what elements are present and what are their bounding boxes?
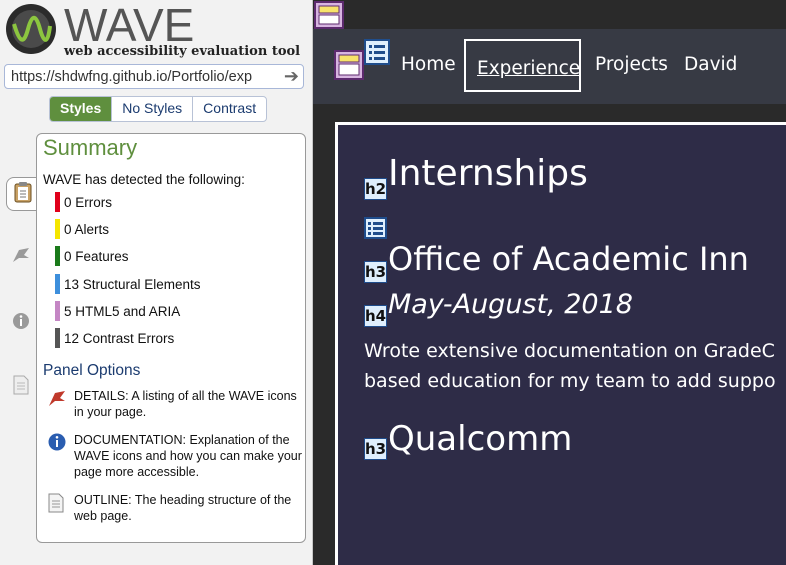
- option-outline-text: OUTLINE: The heading structure of the we…: [74, 493, 292, 523]
- info-icon: [12, 312, 30, 335]
- stat-aria-label: 5 HTML5 and ARIA: [64, 303, 181, 319]
- summary-intro: WAVE has detected the following:: [43, 172, 245, 187]
- document-icon: [13, 375, 29, 400]
- option-documentation-text: DOCUMENTATION: Explanation of the WAVE i…: [74, 433, 302, 479]
- h3-badge[interactable]: h3: [364, 261, 387, 283]
- stat-errors[interactable]: 0 Errors: [55, 192, 112, 212]
- stat-aria[interactable]: 5 HTML5 and ARIA: [55, 301, 180, 321]
- info-icon: [47, 432, 67, 454]
- paragraph-line-1: Wrote extensive documentation on GradeC: [364, 340, 775, 362]
- option-outline[interactable]: OUTLINE: The heading structure of the we…: [47, 492, 303, 524]
- errors-color-bar: [55, 192, 60, 212]
- document-icon: [47, 492, 67, 514]
- heading-internships: Internships: [388, 153, 588, 194]
- experience-content: h2 Internships h3 Office of Academic Inn…: [335, 122, 786, 565]
- stat-structural[interactable]: 13 Structural Elements: [55, 274, 201, 294]
- wave-sidebar: WAVE web accessibility evaluation tool h…: [0, 0, 313, 565]
- stat-features[interactable]: 0 Features: [55, 246, 129, 266]
- paragraph-line-2: based education for my team to add suppo: [364, 370, 776, 392]
- nav-home-link[interactable]: Home: [401, 54, 456, 75]
- evaluated-page: Home Experience Projects David h2 Intern…: [313, 0, 786, 565]
- features-color-bar: [55, 246, 60, 266]
- stat-alerts-label: 0 Alerts: [64, 221, 110, 237]
- stat-contrast[interactable]: 12 Contrast Errors: [55, 328, 174, 348]
- heading-office-academic: Office of Academic Inn: [388, 240, 749, 278]
- page-top-strip: [313, 0, 786, 29]
- flag-icon: [11, 246, 31, 269]
- stat-errors-label: 0 Errors: [64, 194, 113, 210]
- wave-logo[interactable]: WAVE web accessibility evaluation tool: [4, 0, 310, 60]
- contrast-color-bar: [55, 328, 60, 348]
- aria-color-bar: [55, 301, 60, 321]
- summary-panel: Summary WAVE has detected the following:…: [36, 133, 306, 543]
- site-navbar: Home Experience Projects David: [313, 29, 786, 104]
- summary-title: Summary: [43, 135, 138, 160]
- stat-features-label: 0 Features: [64, 248, 129, 264]
- url-input[interactable]: https://shdwfng.github.io/Portfolio/exp …: [4, 64, 304, 89]
- documentation-panel-button[interactable]: [6, 307, 36, 339]
- wave-structural-window-icon[interactable]: [334, 50, 364, 85]
- url-input-value: https://shdwfng.github.io/Portfolio/exp: [11, 69, 253, 85]
- h2-badge[interactable]: h2: [364, 178, 387, 200]
- wave-list-icon[interactable]: [364, 217, 387, 244]
- wave-list-icon[interactable]: [364, 39, 390, 70]
- clipboard-icon: [14, 181, 32, 208]
- nav-david-link[interactable]: David: [684, 54, 737, 75]
- option-documentation[interactable]: DOCUMENTATION: Explanation of the WAVE i…: [47, 432, 303, 480]
- heading-dates: May-August, 2018: [388, 289, 633, 320]
- go-arrow-icon[interactable]: ➔: [284, 66, 299, 87]
- summary-panel-button[interactable]: [6, 177, 39, 211]
- h4-badge[interactable]: h4: [364, 305, 387, 327]
- structural-color-bar: [55, 274, 60, 294]
- panel-options-title: Panel Options: [43, 362, 141, 379]
- wave-logo-icon: [6, 4, 56, 54]
- option-details[interactable]: DETAILS: A listing of all the WAVE icons…: [47, 388, 303, 420]
- tab-styles[interactable]: Styles: [50, 97, 112, 121]
- flag-icon: [47, 388, 67, 410]
- stat-contrast-label: 12 Contrast Errors: [64, 330, 175, 346]
- outline-panel-button[interactable]: [6, 371, 36, 403]
- stat-alerts[interactable]: 0 Alerts: [55, 219, 109, 239]
- view-mode-tabs: Styles No Styles Contrast: [49, 96, 268, 122]
- h3-badge[interactable]: h3: [364, 438, 387, 460]
- stat-structural-label: 13 Structural Elements: [64, 276, 201, 292]
- heading-qualcomm: Qualcomm: [388, 419, 573, 459]
- details-panel-button[interactable]: [6, 241, 36, 273]
- nav-experience-link[interactable]: Experience: [477, 58, 580, 79]
- option-details-text: DETAILS: A listing of all the WAVE icons…: [74, 389, 297, 419]
- tab-no-styles[interactable]: No Styles: [111, 97, 192, 121]
- alerts-color-bar: [55, 219, 60, 239]
- wave-tagline: web accessibility evaluation tool: [64, 44, 301, 59]
- nav-projects-link[interactable]: Projects: [595, 54, 668, 75]
- tab-contrast[interactable]: Contrast: [192, 97, 266, 121]
